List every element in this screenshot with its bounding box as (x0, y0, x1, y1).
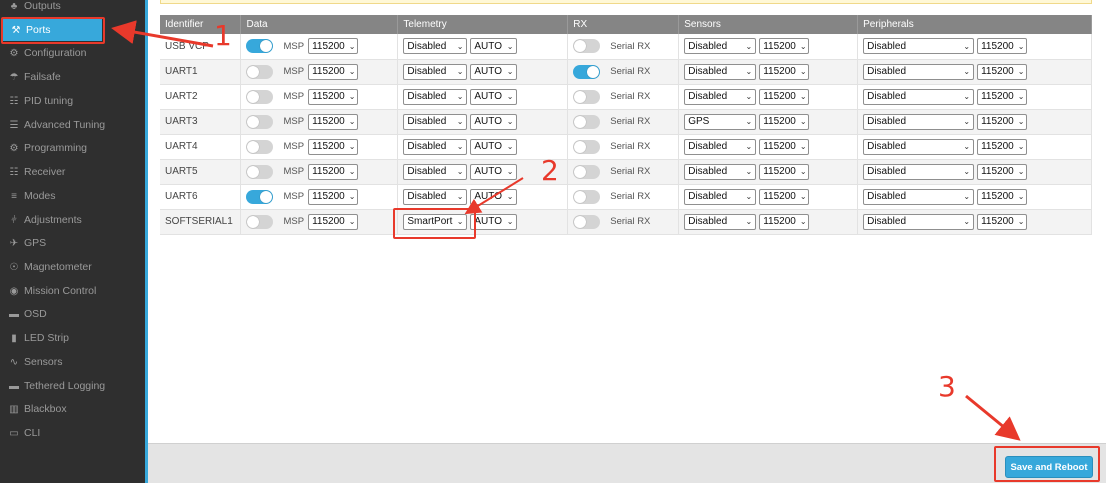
annotation-arrow-2 (464, 177, 524, 215)
annotation-arrow-3 (965, 394, 1021, 441)
annotation-arrow-1 (111, 20, 214, 48)
annotation-arrows (111, 20, 1021, 441)
